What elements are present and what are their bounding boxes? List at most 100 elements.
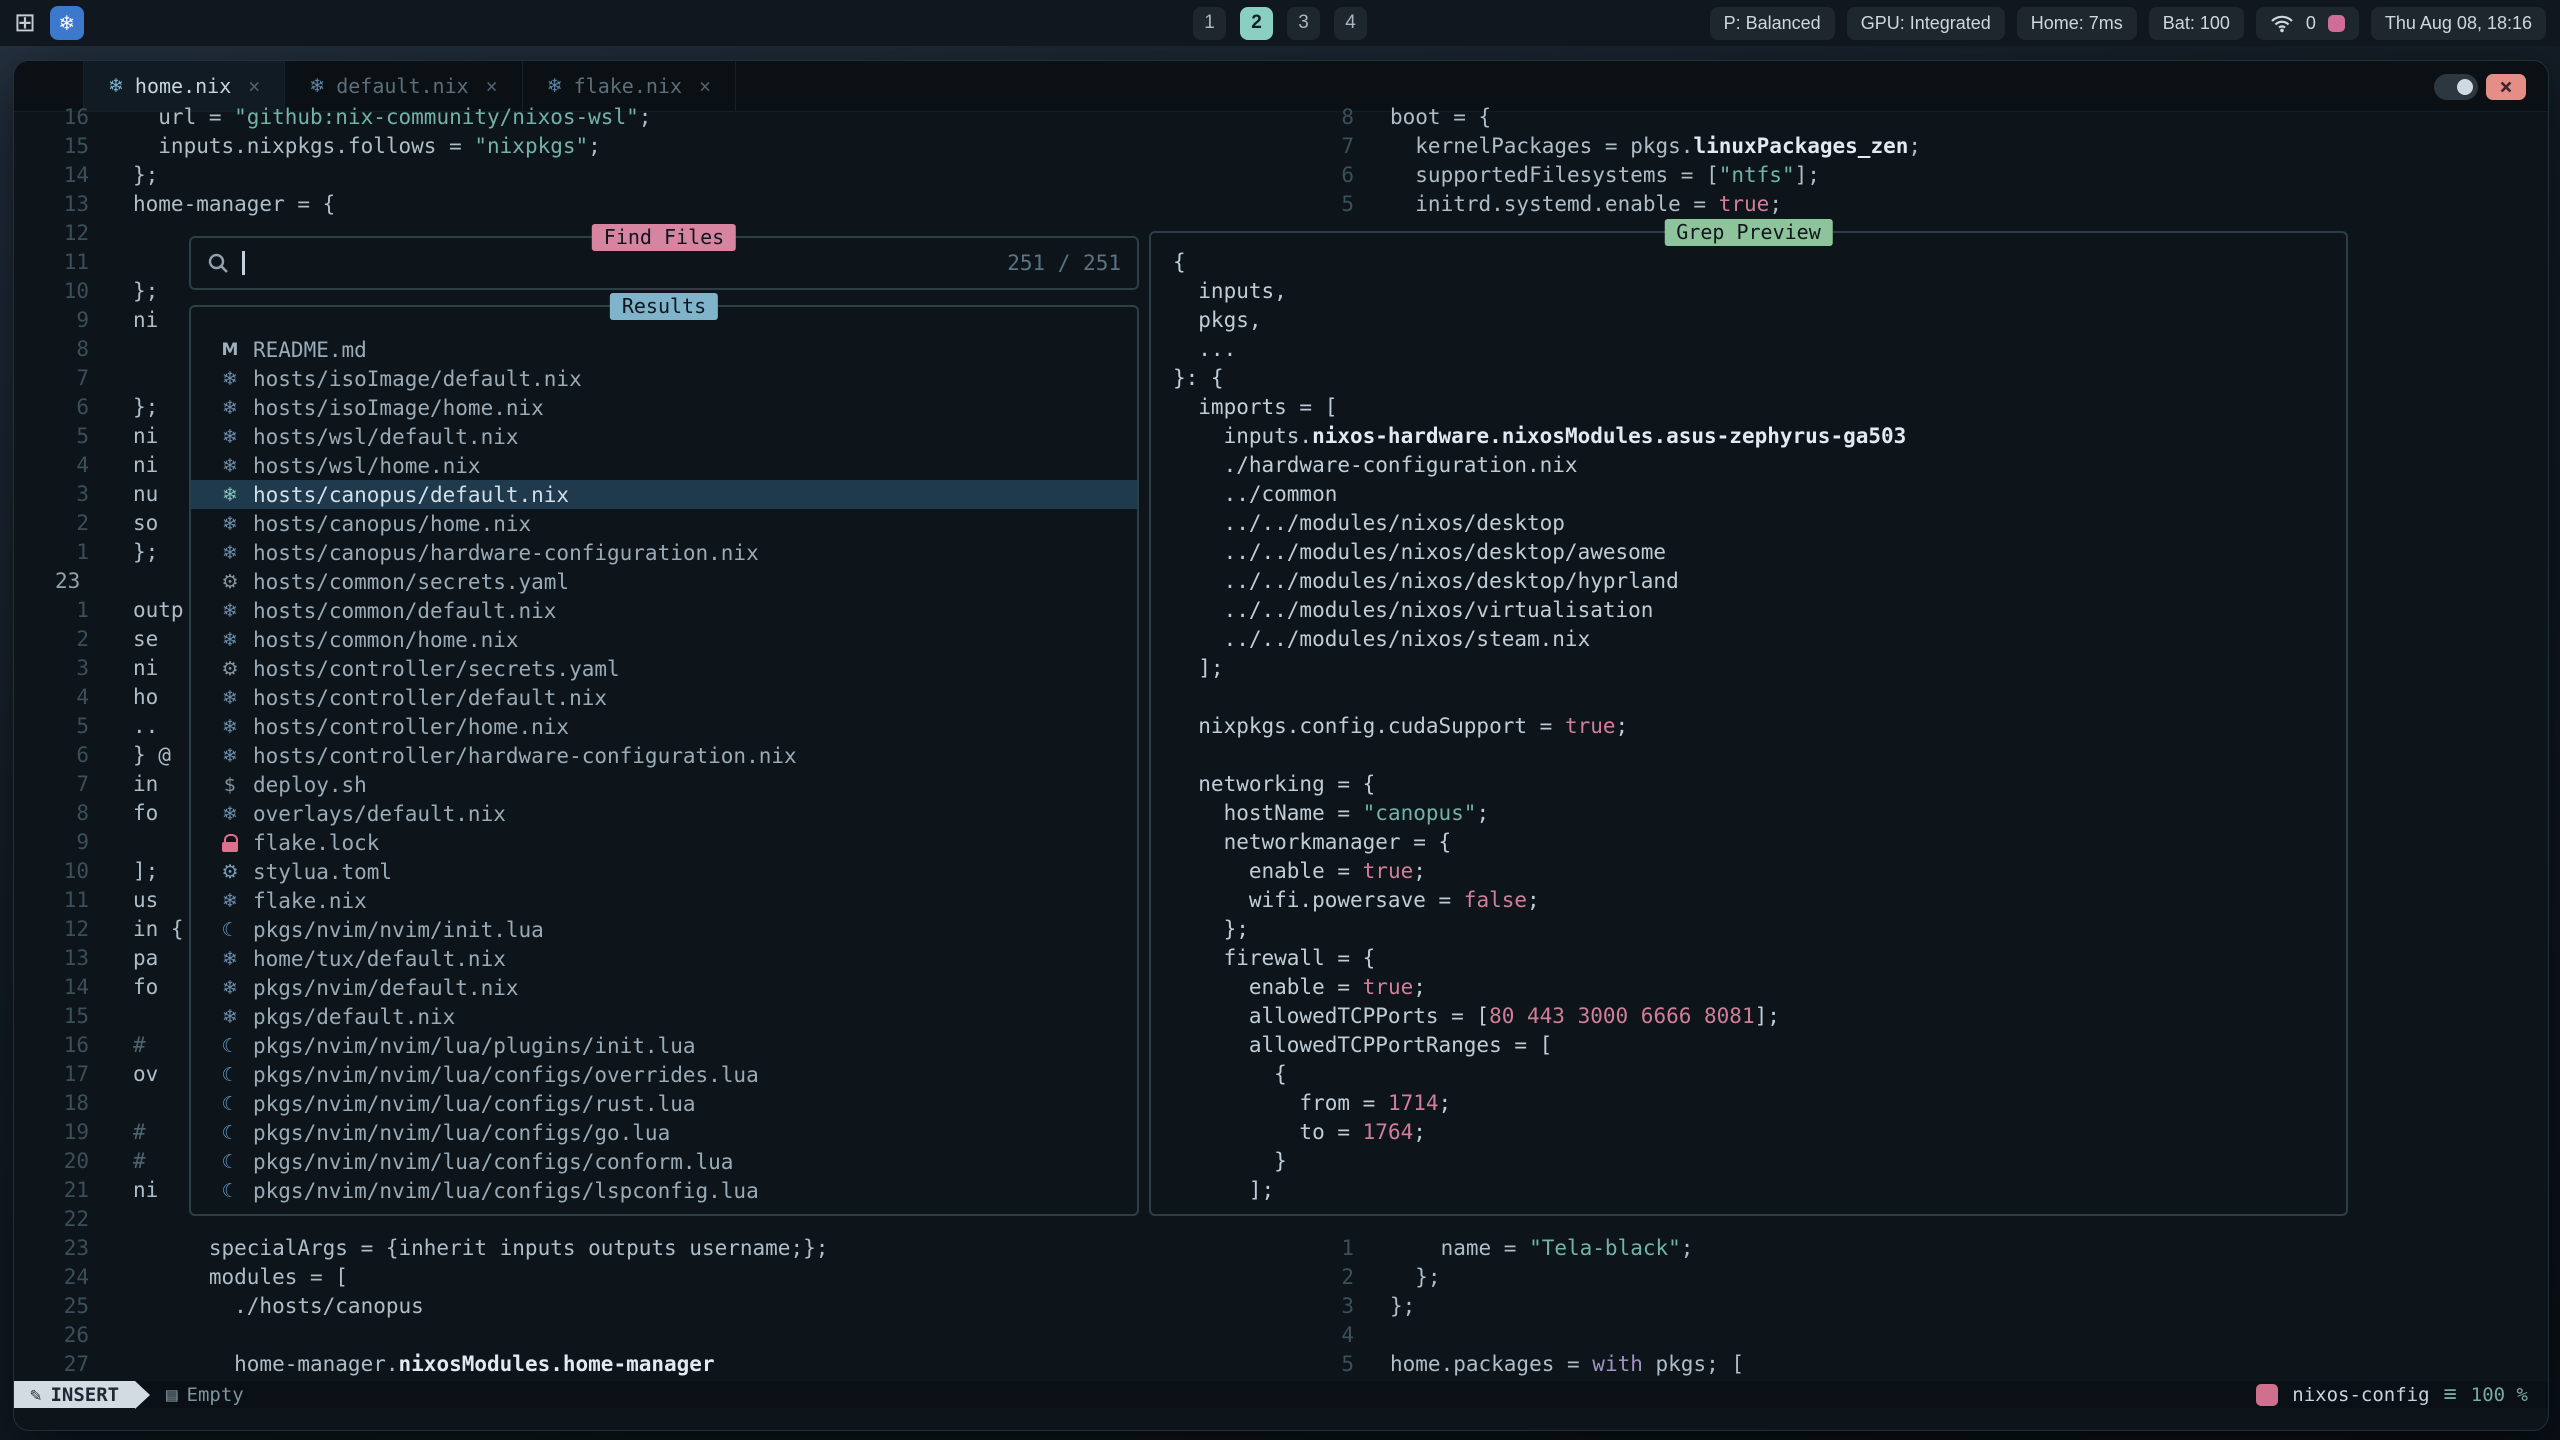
code-text: home.packages = with pkgs; [ — [1390, 1352, 1744, 1376]
preview-line: }; — [1173, 915, 2346, 944]
file-row[interactable]: ☾pkgs/nvim/nvim/lua/configs/conform.lua — [191, 1147, 1137, 1176]
file-row[interactable]: flake.lock — [191, 828, 1137, 857]
workspace-2[interactable]: 2 — [1240, 7, 1273, 40]
code-token: hostName = — [1173, 801, 1363, 825]
nix-file-icon: ❄ — [217, 948, 243, 970]
code-token: to = — [1173, 1120, 1363, 1144]
code-line[interactable]: 14}; — [55, 161, 828, 190]
code-token: home.packages = — [1390, 1352, 1592, 1376]
file-row[interactable]: ❄home/tux/default.nix — [191, 944, 1137, 973]
file-name: hosts/wsl/home.nix — [253, 454, 481, 478]
code-token: # — [133, 1149, 146, 1173]
file-row[interactable]: ❄hosts/common/home.nix — [191, 625, 1137, 654]
file-name: pkgs/nvim/nvim/lua/configs/go.lua — [253, 1121, 670, 1145]
file-name: flake.lock — [253, 831, 379, 855]
nix-file-icon: ❄ — [217, 542, 243, 564]
code-line[interactable]: 8boot = { — [1320, 103, 1921, 132]
file-row[interactable]: ❄hosts/isoImage/default.nix — [191, 364, 1137, 393]
file-row[interactable]: ❄pkgs/default.nix — [191, 1002, 1137, 1031]
code-token: ]; — [1795, 163, 1820, 187]
preview-line: nixpkgs.config.cudaSupport = true; — [1173, 712, 2346, 741]
preview-line: hostName = "canopus"; — [1173, 799, 2346, 828]
code-token: inputs. — [1173, 424, 1312, 448]
preview-line: enable = true; — [1173, 857, 2346, 886]
file-row[interactable]: ⚙stylua.toml — [191, 857, 1137, 886]
code-line[interactable]: 27 home-manager.nixosModules.home-manage… — [55, 1350, 828, 1379]
file-row[interactable]: ❄hosts/wsl/default.nix — [191, 422, 1137, 451]
code-text: firewall = { — [1173, 946, 1375, 970]
code-line[interactable]: 16 url = "github:nix-community/nixos-wsl… — [55, 103, 828, 132]
code-token: ; — [1681, 1236, 1694, 1260]
line-number: 10 — [55, 277, 89, 306]
nix-file-icon: ❄ — [217, 803, 243, 825]
code-line[interactable]: 2 }; — [1320, 1263, 1744, 1292]
line-number: 6 — [1320, 161, 1354, 190]
file-row[interactable]: ❄flake.nix — [191, 886, 1137, 915]
file-row[interactable]: $deploy.sh — [191, 770, 1137, 799]
find-files-prompt[interactable]: Find Files 251 / 251 — [189, 236, 1139, 290]
code-line[interactable]: 5 initrd.systemd.enable = true; — [1320, 190, 1921, 219]
code-token: ../../modules/nixos/desktop — [1173, 511, 1565, 535]
file-row[interactable]: ☾pkgs/nvim/nvim/init.lua — [191, 915, 1137, 944]
preview-line: inputs, — [1173, 277, 2346, 306]
code-token: false — [1464, 888, 1527, 912]
pencil-icon: ✎ — [30, 1384, 41, 1406]
file-row[interactable]: ❄hosts/controller/default.nix — [191, 683, 1137, 712]
file-row[interactable]: ❄hosts/canopus/home.nix — [191, 509, 1137, 538]
file-row[interactable]: ❄hosts/isoImage/home.nix — [191, 393, 1137, 422]
code-line[interactable]: 7 kernelPackages = pkgs.linuxPackages_ze… — [1320, 132, 1921, 161]
code-text: ni — [133, 453, 158, 477]
code-token: inputs.nixpkgs.follows = — [133, 134, 474, 158]
file-row[interactable]: ☾pkgs/nvim/nvim/lua/plugins/init.lua — [191, 1031, 1137, 1060]
code-line[interactable]: 23 specialArgs = {inherit inputs outputs… — [55, 1234, 828, 1263]
file-name: pkgs/nvim/nvim/lua/configs/conform.lua — [253, 1150, 733, 1174]
file-row[interactable]: ❄overlays/default.nix — [191, 799, 1137, 828]
file-row[interactable]: ☾pkgs/nvim/nvim/lua/configs/overrides.lu… — [191, 1060, 1137, 1089]
file-row[interactable]: ❄hosts/controller/home.nix — [191, 712, 1137, 741]
code-text: home-manager = { — [133, 192, 335, 216]
nixos-logo-icon[interactable]: ❄ — [50, 6, 84, 40]
file-row[interactable]: ❄hosts/controller/hardware-configuration… — [191, 741, 1137, 770]
code-text: enable = true; — [1173, 859, 1426, 883]
code-line[interactable]: 24 modules = [ — [55, 1263, 828, 1292]
file-row[interactable]: ❄pkgs/nvim/default.nix — [191, 973, 1137, 1002]
code-token: ../../modules/nixos/virtualisation — [1173, 598, 1653, 622]
code-text: kernelPackages = pkgs.linuxPackages_zen; — [1390, 134, 1921, 158]
code-line[interactable]: 1 name = "Tela-black"; — [1320, 1234, 1744, 1263]
preview-line: { — [1173, 1060, 2346, 1089]
code-line[interactable]: 5home.packages = with pkgs; [ — [1320, 1350, 1744, 1379]
file-row[interactable]: ❄hosts/canopus/hardware-configuration.ni… — [191, 538, 1137, 567]
workspace-3[interactable]: 3 — [1287, 7, 1320, 40]
code-line[interactable]: 15 inputs.nixpkgs.follows = "nixpkgs"; — [55, 132, 828, 161]
window-pin-toggle[interactable] — [2434, 74, 2478, 100]
workspace-4[interactable]: 4 — [1334, 7, 1367, 40]
file-row[interactable]: ⚙hosts/common/secrets.yaml — [191, 567, 1137, 596]
code-text: url = "github:nix-community/nixos-wsl"; — [133, 105, 651, 129]
system-tray[interactable]: 0 — [2256, 7, 2359, 40]
file-row[interactable]: ❄hosts/canopus/default.nix — [191, 480, 1137, 509]
tab-close-icon[interactable]: × — [248, 74, 260, 98]
window-close-button[interactable]: × — [2486, 74, 2526, 100]
code-text: from = 1714; — [1173, 1091, 1451, 1115]
search-input[interactable] — [257, 250, 995, 276]
tab-label: home.nix — [135, 74, 231, 98]
code-line[interactable]: 13home-manager = { — [55, 190, 828, 219]
file-row[interactable]: MREADME.md — [191, 335, 1137, 364]
buffer-label: Empty — [187, 1384, 244, 1406]
code-line[interactable]: 3}; — [1320, 1292, 1744, 1321]
nix-file-icon: ❄ — [217, 513, 243, 535]
workspace-1[interactable]: 1 — [1193, 7, 1226, 40]
code-line[interactable]: 25 ./hosts/canopus — [55, 1292, 828, 1321]
tab-close-icon[interactable]: × — [699, 74, 711, 98]
code-line[interactable]: 4 — [1320, 1321, 1744, 1350]
code-line[interactable]: 6 supportedFilesystems = ["ntfs"]; — [1320, 161, 1921, 190]
file-row[interactable]: ❄hosts/wsl/home.nix — [191, 451, 1137, 480]
file-row[interactable]: ☾pkgs/nvim/nvim/lua/configs/go.lua — [191, 1118, 1137, 1147]
tab-close-icon[interactable]: × — [486, 74, 498, 98]
file-row[interactable]: ⚙hosts/controller/secrets.yaml — [191, 654, 1137, 683]
code-line[interactable]: 26 — [55, 1321, 828, 1350]
file-row[interactable]: ❄hosts/common/default.nix — [191, 596, 1137, 625]
file-row[interactable]: ☾pkgs/nvim/nvim/lua/configs/lspconfig.lu… — [191, 1176, 1137, 1205]
file-row[interactable]: ☾pkgs/nvim/nvim/lua/configs/rust.lua — [191, 1089, 1137, 1118]
app-launcher-icon[interactable]: ⊞ — [14, 10, 36, 36]
